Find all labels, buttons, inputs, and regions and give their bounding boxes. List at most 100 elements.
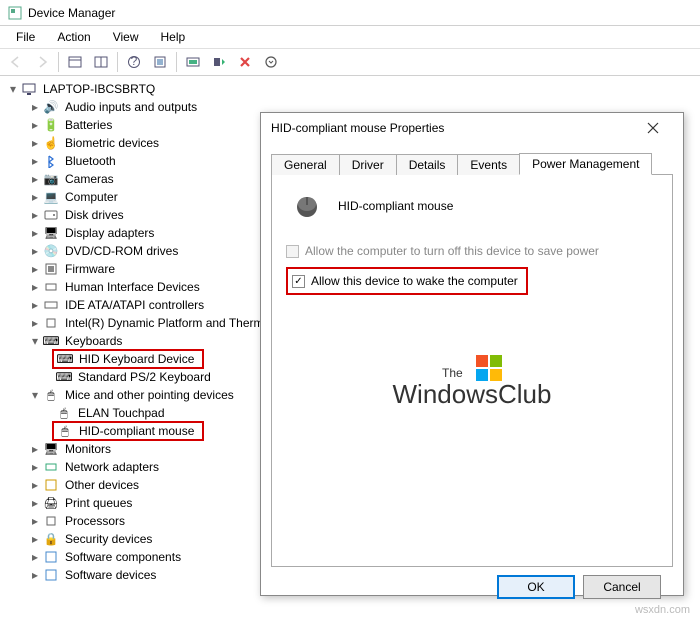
expand-icon[interactable]: ▸ [28,154,42,168]
other-icon [43,477,59,493]
expand-icon[interactable]: ▸ [28,496,42,510]
update-driver-button[interactable] [207,50,231,74]
dvd-icon: 💿 [43,243,59,259]
disk-icon [43,207,59,223]
menubar: File Action View Help [0,26,700,48]
toolbar-button-4[interactable] [148,50,172,74]
app-icon [8,6,22,20]
device-name: HID-compliant mouse [338,199,453,213]
uninstall-button[interactable] [233,50,257,74]
root-label: LAPTOP-IBCSBRTQ [41,82,157,96]
expand-icon[interactable]: ▸ [28,172,42,186]
windows-flag-icon [476,355,502,381]
item-label: DVD/CD-ROM drives [63,244,180,258]
cancel-button[interactable]: Cancel [583,575,661,599]
mouse-icon [290,193,324,219]
menu-file[interactable]: File [6,28,45,46]
bluetooth-icon [43,153,59,169]
close-button[interactable] [633,114,673,142]
dialog-body: General Driver Details Events Power Mana… [261,143,683,609]
toolbar-button-1[interactable] [63,50,87,74]
expand-icon[interactable]: ▸ [28,226,42,240]
expand-icon[interactable]: ▸ [28,280,42,294]
credit-text: wsxdn.com [635,604,690,616]
collapse-icon[interactable]: ▾ [28,334,42,348]
item-label: Network adapters [63,460,161,474]
cpu-icon [43,513,59,529]
highlight-box: ✓ Allow this device to wake the computer [286,267,528,295]
tree-root[interactable]: ▾ LAPTOP-IBCSBRTQ [0,80,700,98]
tab-details[interactable]: Details [396,154,459,175]
expand-icon[interactable]: ▾ [6,82,20,96]
tab-events[interactable]: Events [457,154,520,175]
tab-driver[interactable]: Driver [339,154,397,175]
tab-panel: HID-compliant mouse Allow the computer t… [271,175,673,567]
printer-icon: 🖨 [43,495,59,511]
item-label: HID-compliant mouse [77,424,196,438]
highlight-box: 🖱 HID-compliant mouse [52,421,204,441]
item-label: Software components [63,550,183,564]
expand-icon[interactable]: ▸ [28,460,42,474]
expand-icon[interactable]: ▸ [28,118,42,132]
item-label: Human Interface Devices [63,280,202,294]
expand-icon[interactable]: ▸ [28,550,42,564]
expand-icon[interactable]: ▸ [28,190,42,204]
keyboard-icon: ⌨ [43,333,59,349]
checkbox-checked[interactable]: ✓ [292,275,305,288]
keyboard-icon: ⌨ [56,369,72,385]
ok-button[interactable]: OK [497,575,575,599]
biometric-icon: ☝ [43,135,59,151]
option-allow-wake[interactable]: ✓ Allow this device to wake the computer [292,271,518,291]
toolbar-button-2[interactable] [89,50,113,74]
scan-hardware-button[interactable] [181,50,205,74]
logo-line1: The [272,355,672,381]
tab-general[interactable]: General [271,154,340,175]
separator [58,52,59,72]
expand-icon[interactable]: ▸ [28,136,42,150]
expand-icon[interactable]: ▸ [28,568,42,582]
collapse-icon[interactable]: ▾ [28,388,42,402]
menu-action[interactable]: Action [47,28,100,46]
help-button[interactable]: ? [122,50,146,74]
item-label: Display adapters [63,226,156,240]
menu-help[interactable]: Help [151,28,196,46]
expand-icon[interactable]: ▸ [28,262,42,276]
item-label: Audio inputs and outputs [63,100,199,114]
logo-line2: WindowsClub [272,381,672,407]
item-label: Disk drives [63,208,126,222]
expand-icon[interactable]: ▸ [28,208,42,222]
tab-strip: General Driver Details Events Power Mana… [271,151,673,175]
tab-power-management[interactable]: Power Management [519,153,652,175]
expand-icon[interactable]: ▸ [28,478,42,492]
menu-view[interactable]: View [103,28,149,46]
item-label: Other devices [63,478,141,492]
expand-icon[interactable]: ▸ [28,532,42,546]
nav-forward-button [30,50,54,74]
item-label: Monitors [63,442,113,456]
audio-icon: 🔊 [43,99,59,115]
item-label: Computer [63,190,120,204]
expand-icon[interactable]: ▸ [28,514,42,528]
item-label: Print queues [63,496,134,510]
highlight-box: ⌨HID Keyboard Device [52,349,204,369]
network-icon [43,459,59,475]
expand-icon[interactable]: ▸ [28,100,42,114]
item-label: Cameras [63,172,116,186]
software-icon [43,549,59,565]
disable-button[interactable] [259,50,283,74]
expand-icon[interactable]: ▸ [28,442,42,456]
nav-back-button [4,50,28,74]
option-allow-turn-off: Allow the computer to turn off this devi… [286,241,658,261]
mouse-icon: 🖱 [57,423,73,439]
item-label: Standard PS/2 Keyboard [76,370,213,384]
toolbar: ? [0,48,700,76]
expand-icon[interactable]: ▸ [28,298,42,312]
software-icon [43,567,59,583]
camera-icon: 📷 [43,171,59,187]
ide-icon [43,297,59,313]
firmware-icon [43,261,59,277]
security-icon: 🔒 [43,531,59,547]
expand-icon[interactable]: ▸ [28,316,42,330]
computer-icon: 💻 [43,189,59,205]
expand-icon[interactable]: ▸ [28,244,42,258]
